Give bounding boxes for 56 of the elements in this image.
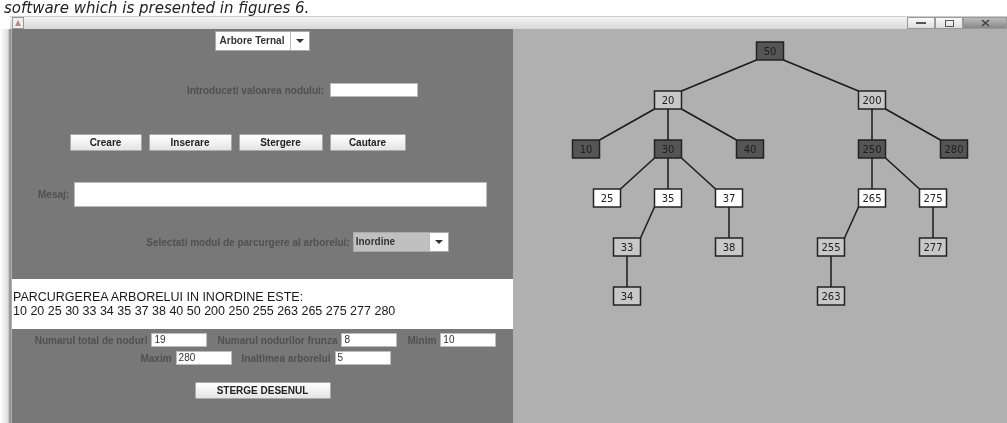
minimize-icon [916,21,926,25]
tree-node: 277 [918,237,948,257]
node-value-field[interactable] [330,83,419,97]
maximize-icon [944,19,954,27]
stat-field[interactable]: 19 [151,333,208,347]
clear-drawing-button[interactable]: STERGE DESENUL [194,382,331,399]
output-heading: PARCURGEREA ARBORELUI IN INORDINE ESTE: [13,290,305,304]
tree-node: 200 [857,90,887,110]
tree-edge [871,108,873,141]
tree-edge [843,206,860,239]
tree-node: 255 [816,237,846,257]
tree-edge [728,206,730,239]
close-button[interactable] [963,17,1007,29]
tree-edge [639,206,656,239]
action-button[interactable]: Stergere [238,134,323,151]
close-icon [980,19,990,27]
tree-edge [830,255,832,288]
tree-edge [667,108,669,141]
tree-node: 37 [714,188,744,208]
tree-node: 275 [918,188,948,208]
stat-field[interactable]: 10 [440,333,497,347]
stat-field[interactable]: 8 [341,333,398,347]
app-icon [12,17,24,29]
output-sequence: 10 20 25 30 33 34 35 37 38 40 50 200 250 255 263 265 275 277 280 [13,304,397,318]
tree-node: 33 [612,237,642,257]
tree-type-dropdown[interactable]: Arbore Ternal [214,31,311,51]
caption-text: software which is presented in figures 6. [3,0,311,16]
caret-icon [434,240,443,244]
tree-node: 265 [857,188,887,208]
action-button[interactable]: Cautare [329,134,406,151]
caret-icon [296,39,305,43]
tree-node: 263 [816,286,846,306]
tree-node: 34 [612,286,642,306]
tree-edge [871,157,873,190]
tree-node: 30 [653,139,683,159]
tree-node: 38 [714,237,744,257]
tree-edge [884,108,942,141]
maximize-button[interactable] [935,17,963,29]
tree-node: 25 [592,188,622,208]
minimize-button[interactable] [907,17,935,29]
traversal-dropdown[interactable]: Inordine [352,232,449,252]
tree-edge [932,206,934,239]
tree-edge [680,108,738,141]
tree-edge [619,157,656,190]
message-field[interactable] [74,182,488,207]
tree-edge [626,255,628,288]
tree-edge [884,157,921,190]
tree-edge [667,157,669,190]
stat-field[interactable]: 280 [175,351,232,365]
action-button[interactable]: Inserare [148,134,232,151]
tree-edge [598,108,656,141]
tree-node: 20 [653,90,683,110]
stat-field[interactable]: 5 [334,351,391,365]
tree-edge [680,157,717,190]
tree-node: 35 [653,188,683,208]
action-button[interactable]: Creare [69,134,142,151]
